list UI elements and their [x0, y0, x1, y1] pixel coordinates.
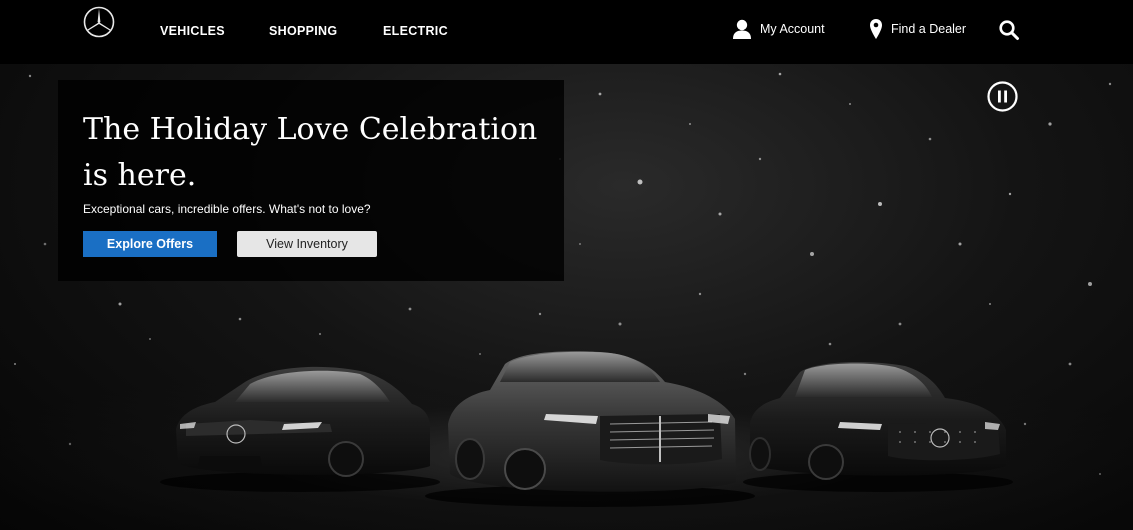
left-sedan	[160, 366, 440, 492]
find-dealer-link[interactable]: Find a Dealer	[869, 18, 966, 40]
center-sedan	[425, 351, 755, 507]
search-icon[interactable]	[998, 19, 1020, 41]
hero-subtext: Exceptional cars, incredible offers. Wha…	[83, 202, 371, 216]
nav-electric[interactable]: ELECTRIC	[383, 24, 448, 38]
nav-shopping[interactable]: SHOPPING	[269, 24, 337, 38]
find-dealer-label: Find a Dealer	[891, 22, 967, 36]
hero-banner: The Holiday Love Celebration is here. Ex…	[0, 64, 1133, 530]
user-icon	[733, 19, 751, 39]
page: VEHICLES SHOPPING ELECTRIC My Account Fi…	[0, 0, 1133, 530]
nav-vehicles[interactable]: VEHICLES	[160, 24, 225, 38]
map-pin-icon	[870, 19, 882, 39]
pause-icon[interactable]	[987, 81, 1018, 112]
my-account-label: My Account	[760, 22, 825, 36]
mercedes-star-logo-icon[interactable]	[83, 6, 115, 38]
top-navigation: VEHICLES SHOPPING ELECTRIC My Account Fi…	[0, 0, 1133, 64]
right-sedan	[743, 362, 1013, 492]
explore-offers-button[interactable]: Explore Offers	[83, 231, 217, 257]
my-account-link[interactable]: My Account	[732, 18, 825, 40]
hero-headline: The Holiday Love Celebration is here.	[83, 112, 538, 193]
view-inventory-button[interactable]: View Inventory	[237, 231, 377, 257]
